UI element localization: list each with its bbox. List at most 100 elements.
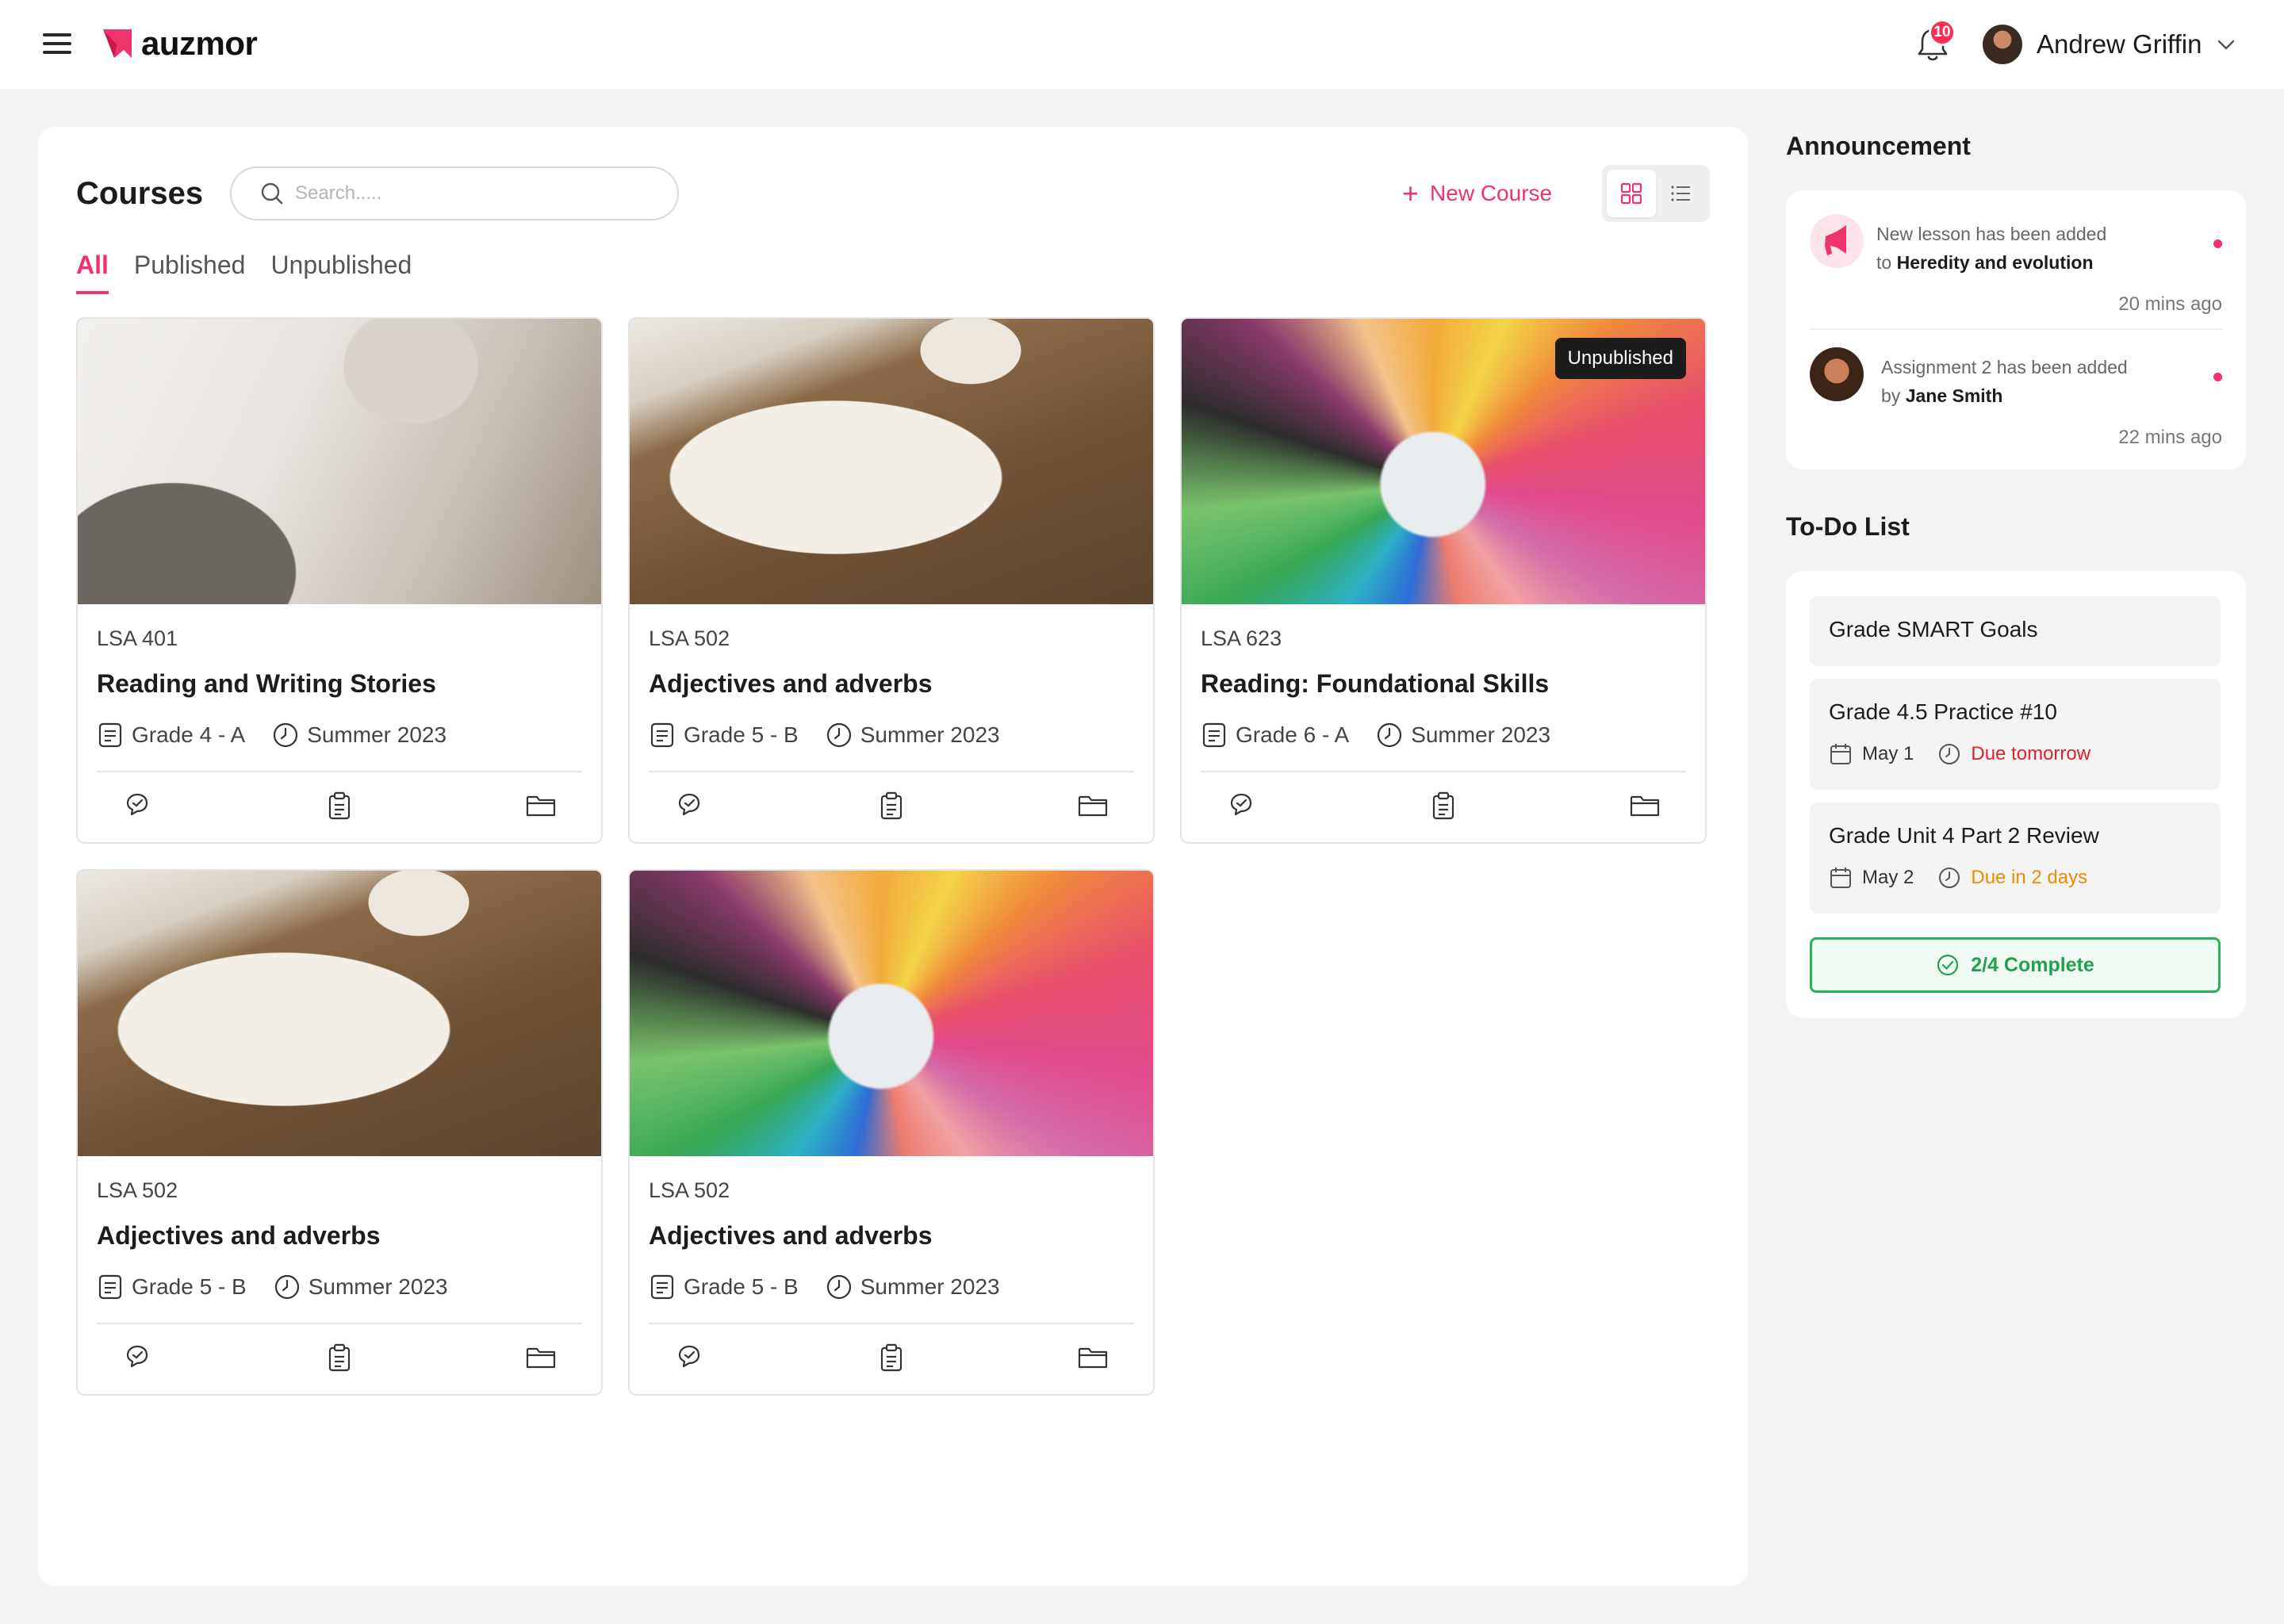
course-title: Reading: Foundational Skills [1201, 669, 1550, 698]
discussion-button[interactable] [121, 1340, 155, 1375]
files-button[interactable] [1627, 788, 1662, 823]
view-toggle [1602, 165, 1710, 222]
announcement-message: Assignment 2 has been added [1881, 357, 2128, 377]
assignments-button[interactable] [874, 1340, 909, 1375]
clipboard-icon [880, 791, 902, 820]
clock-icon [1378, 722, 1402, 748]
chevron-down-icon [2218, 40, 2235, 50]
menu-icon[interactable] [43, 30, 73, 57]
announcement-item[interactable]: New lesson has been added to Heredity an… [1810, 214, 2222, 317]
discussion-button[interactable] [1224, 788, 1259, 823]
user-menu[interactable]: Andrew Griffin [1983, 22, 2236, 67]
grid-view-button[interactable] [1607, 170, 1656, 217]
clock-icon [274, 722, 298, 748]
completion-label: 2/4 Complete [1971, 953, 2094, 976]
files-button[interactable] [523, 788, 558, 823]
card-divider [97, 771, 582, 772]
card-divider [649, 771, 1134, 772]
megaphone-icon [1825, 225, 1846, 255]
folder-icon [1078, 1347, 1108, 1369]
completion-button[interactable]: 2/4 Complete [1810, 937, 2221, 993]
course-card[interactable]: LSA 502 Adjectives and adverbs Grade 5 -… [628, 317, 1155, 844]
course-meta: Grade 5 - B Summer 2023 [649, 722, 1027, 749]
todo-meta: May 2 Due in 2 days [1829, 866, 2111, 890]
assignments-button[interactable] [322, 788, 357, 823]
card-divider [1201, 771, 1686, 772]
folder-icon [1078, 795, 1108, 817]
check-circle-icon [1937, 954, 1959, 976]
card-actions [673, 788, 1110, 823]
files-button[interactable] [1075, 788, 1110, 823]
assignments-button[interactable] [874, 788, 909, 823]
todo-title: Grade Unit 4 Part 2 Review [1829, 823, 2099, 848]
todo-item[interactable]: Grade 4.5 Practice #10 May 1 Due tomorro… [1810, 679, 2221, 790]
calendar-icon [1830, 868, 1851, 888]
course-meta: Grade 4 - A Summer 2023 [97, 722, 473, 749]
chat-bubbles-icon [678, 1345, 700, 1368]
course-title: Adjectives and adverbs [97, 1221, 381, 1250]
files-button[interactable] [1075, 1340, 1110, 1375]
clock-icon [1939, 868, 1960, 888]
tab-all[interactable]: All [76, 251, 109, 294]
folder-icon [526, 1347, 556, 1369]
clipboard-icon [328, 1343, 351, 1372]
grade-book-icon [98, 722, 122, 748]
assignments-button[interactable] [1426, 788, 1461, 823]
todo-date: May 2 [1862, 867, 1914, 888]
clipboard-icon [328, 791, 351, 820]
card-divider [97, 1323, 582, 1324]
course-grade: Grade 6 - A [1236, 722, 1350, 747]
clipboard-icon [1432, 791, 1454, 820]
announcement-message: New lesson has been added [1876, 224, 2107, 244]
announcement-divider [1810, 328, 2222, 330]
list-icon [1671, 186, 1690, 201]
course-image-writing [78, 319, 601, 604]
todo-meta: May 1 Due tomorrow [1829, 742, 2114, 766]
tab-unpublished[interactable]: Unpublished [270, 251, 412, 294]
assignments-button[interactable] [322, 1340, 357, 1375]
grade-book-icon [98, 1274, 122, 1300]
new-course-label: New Course [1430, 181, 1553, 205]
todo-due: Due in 2 days [1971, 867, 2088, 888]
course-code: LSA 401 [97, 626, 178, 650]
course-card[interactable]: LSA 401 Reading and Writing Stories Grad… [76, 317, 603, 844]
grid-icon [1620, 182, 1642, 205]
todo-title: Grade 4.5 Practice #10 [1829, 699, 2057, 724]
discussion-button[interactable] [673, 788, 707, 823]
course-meta: Grade 5 - B Summer 2023 [97, 1274, 475, 1300]
clock-icon [826, 1274, 851, 1300]
brand-logo[interactable]: auzmor [100, 24, 258, 63]
course-image-open-book [78, 871, 601, 1156]
course-grade: Grade 5 - B [132, 1274, 247, 1299]
card-actions [673, 1340, 1110, 1375]
course-code: LSA 502 [649, 626, 730, 650]
announcement-time: 22 mins ago [2118, 427, 2222, 448]
announcement-highlight: Heredity and evolution [1896, 251, 2094, 273]
todo-card: Grade SMART Goals Grade 4.5 Practice #10… [1786, 571, 2246, 1018]
grade-book-icon [1202, 722, 1226, 748]
course-card[interactable]: LSA 502 Adjectives and adverbs Grade 5 -… [628, 869, 1155, 1396]
course-card[interactable]: Unpublished LSA 623 Reading: Foundationa… [1180, 317, 1707, 844]
tab-published[interactable]: Published [134, 251, 246, 294]
course-code: LSA 502 [649, 1178, 730, 1202]
discussion-button[interactable] [121, 788, 155, 823]
page-title: Courses [76, 176, 204, 211]
calendar-icon [1830, 744, 1851, 764]
search-box[interactable] [230, 167, 679, 220]
list-view-button[interactable] [1656, 170, 1705, 217]
course-term: Summer 2023 [860, 722, 1000, 747]
search-input[interactable] [295, 182, 628, 205]
new-course-button[interactable]: + New Course [1402, 174, 1552, 213]
course-meta: Grade 6 - A Summer 2023 [1201, 722, 1577, 749]
course-grade: Grade 5 - B [684, 722, 799, 747]
course-term: Summer 2023 [860, 1274, 1000, 1299]
discussion-button[interactable] [673, 1340, 707, 1375]
course-card[interactable]: LSA 502 Adjectives and adverbs Grade 5 -… [76, 869, 603, 1396]
todo-item[interactable]: Grade Unit 4 Part 2 Review May 2 Due in … [1810, 802, 2221, 914]
folder-icon [1630, 795, 1660, 817]
clipboard-icon [880, 1343, 902, 1372]
files-button[interactable] [523, 1340, 558, 1375]
announcement-item[interactable]: Assignment 2 has been added by Jane Smit… [1810, 347, 2222, 450]
top-bar: auzmor 10 Andrew Griffin [0, 0, 2284, 89]
todo-item[interactable]: Grade SMART Goals [1810, 596, 2221, 666]
